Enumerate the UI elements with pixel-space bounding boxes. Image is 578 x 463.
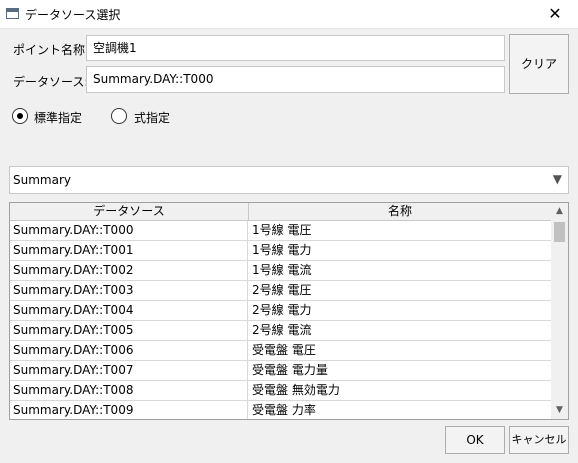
table-row[interactable]: Summary.DAY::T007 受電盤 電力量 (10, 361, 551, 381)
name-cell: 1号線 電流 (252, 263, 312, 277)
data-source-label: データソース: (13, 75, 89, 89)
window-title: データソース選択 (25, 8, 121, 22)
window-icon (6, 8, 19, 19)
table-row[interactable]: Summary.DAY::T001 1号線 電力 (10, 241, 551, 261)
table-row[interactable]: Summary.DAY::T005 2号線 電流 (10, 321, 551, 341)
standard-radio[interactable] (12, 108, 28, 124)
data-source-cell: Summary.DAY::T008 (10, 381, 248, 400)
scrollbar-thumb[interactable] (554, 222, 565, 242)
table-row[interactable]: Summary.DAY::T003 2号線 電圧 (10, 281, 551, 301)
title-bar: データソース選択 ✕ (0, 0, 578, 29)
arrow-up-icon[interactable]: ▲ (551, 203, 568, 220)
ok-button[interactable]: OK (445, 426, 505, 454)
dropdown-value: Summary (13, 173, 71, 187)
data-source-dropdown[interactable]: Summary ▼ (9, 166, 569, 194)
name-cell: 1号線 電力 (252, 243, 312, 257)
name-cell: 受電盤 力率 (252, 403, 316, 417)
radio-selected-dot (17, 113, 23, 119)
data-source-cell: Summary.DAY::T001 (10, 241, 248, 260)
name-cell: 受電盤 電力量 (252, 363, 328, 377)
name-cell: 1号線 電圧 (252, 223, 312, 237)
name-cell: 2号線 電圧 (252, 283, 312, 297)
chevron-down-icon[interactable]: ▼ (553, 172, 562, 186)
name-cell: 受電盤 電圧 (252, 343, 316, 357)
data-source-cell: Summary.DAY::T000 (10, 221, 248, 240)
data-source-cell: Summary.DAY::T007 (10, 361, 248, 380)
table-row[interactable]: Summary.DAY::T000 1号線 電圧 (10, 221, 551, 241)
point-name-label: ポイント名称: (13, 43, 90, 57)
data-source-cell: Summary.DAY::T005 (10, 321, 248, 340)
standard-radio-label[interactable]: 標準指定 (34, 109, 82, 126)
table-row[interactable]: Summary.DAY::T006 受電盤 電圧 (10, 341, 551, 361)
formula-radio[interactable] (111, 108, 127, 124)
table-row[interactable]: Summary.DAY::T002 1号線 電流 (10, 261, 551, 281)
column-header-name[interactable]: 名称 (249, 203, 551, 221)
column-header-data-source[interactable]: データソース (10, 203, 249, 221)
data-source-cell: Summary.DAY::T004 (10, 301, 248, 320)
data-source-cell: Summary.DAY::T002 (10, 261, 248, 280)
vertical-scrollbar[interactable]: ▲ ▼ (551, 203, 568, 419)
table-row[interactable]: Summary.DAY::T009 受電盤 力率 (10, 401, 551, 419)
data-source-cell: Summary.DAY::T003 (10, 281, 248, 300)
table-row[interactable]: Summary.DAY::T004 2号線 電力 (10, 301, 551, 321)
data-source-cell: Summary.DAY::T006 (10, 341, 248, 360)
point-name-field[interactable]: 空調機1 (86, 35, 505, 61)
data-source-table[interactable]: データソース 名称 Summary.DAY::T000 1号線 電圧 Summar… (9, 202, 569, 420)
cancel-button[interactable]: キャンセル (509, 426, 569, 454)
table-row[interactable]: Summary.DAY::T008 受電盤 無効電力 (10, 381, 551, 401)
arrow-down-icon[interactable]: ▼ (551, 402, 568, 419)
name-cell: 2号線 電流 (252, 323, 312, 337)
name-cell: 受電盤 無効電力 (252, 383, 340, 397)
close-icon[interactable]: ✕ (532, 0, 578, 28)
clear-button[interactable]: クリア (509, 34, 569, 94)
data-source-cell: Summary.DAY::T009 (10, 401, 248, 419)
formula-radio-label[interactable]: 式指定 (134, 109, 170, 126)
name-cell: 2号線 電力 (252, 303, 312, 317)
data-source-field[interactable]: Summary.DAY::T000 (86, 66, 505, 93)
